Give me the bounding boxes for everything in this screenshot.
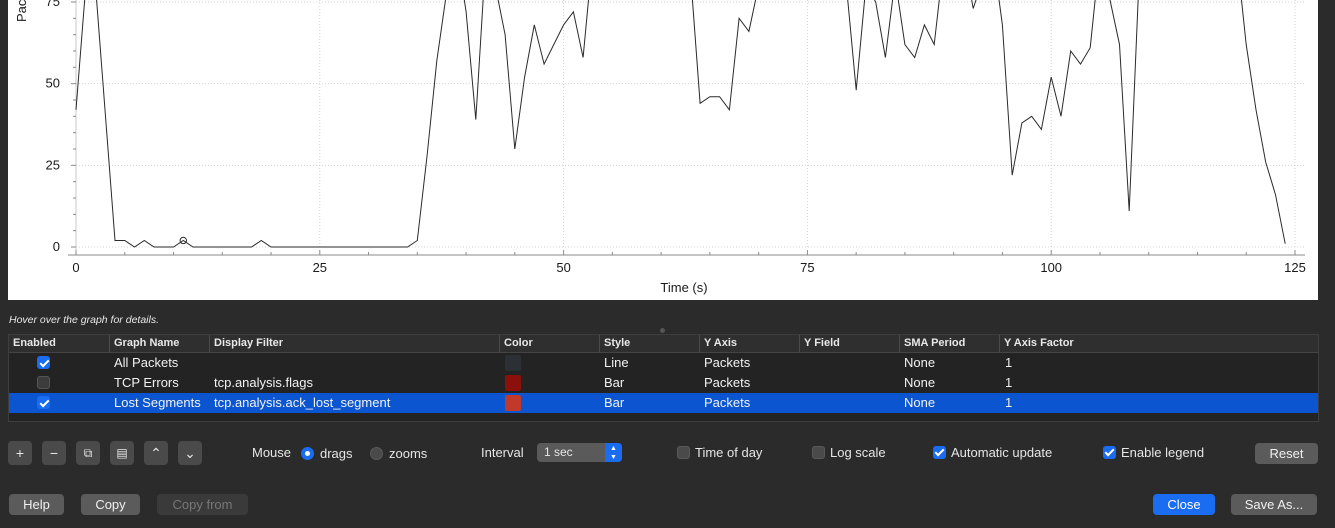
- duplicate-icon: ⧉: [83, 446, 93, 460]
- move-up-button[interactable]: ⌃: [144, 441, 168, 465]
- remove-graph-button[interactable]: −: [42, 441, 66, 465]
- add-graph-button[interactable]: +: [8, 441, 32, 465]
- x-tick-label: 0: [72, 260, 79, 275]
- time-of-day-label[interactable]: Time of day: [695, 445, 762, 461]
- sma-period-cell[interactable]: None: [904, 393, 935, 413]
- table-row[interactable]: All Packets Line Packets None 1: [9, 353, 1318, 373]
- mouse-label: Mouse: [252, 445, 292, 460]
- y-axis-cell[interactable]: Packets: [704, 353, 750, 373]
- graph-table[interactable]: Enabled Graph Name Display Filter Color …: [8, 334, 1319, 422]
- interval-select[interactable]: 1 sec ▲ ▼: [537, 443, 622, 462]
- y-axis-factor-cell[interactable]: 1: [1005, 373, 1012, 393]
- display-filter-cell[interactable]: tcp.analysis.ack_lost_segment: [214, 393, 390, 413]
- log-scale-checkbox[interactable]: [812, 446, 825, 459]
- splitter-handle[interactable]: [660, 328, 665, 333]
- col-sma-period[interactable]: SMA Period: [899, 335, 999, 352]
- sma-period-cell[interactable]: None: [904, 353, 935, 373]
- minus-icon: −: [49, 445, 59, 461]
- col-y-field[interactable]: Y Field: [799, 335, 899, 352]
- updown-chevron-icon: ▲ ▼: [605, 443, 622, 462]
- save-as-button[interactable]: Save As...: [1231, 494, 1317, 515]
- col-color[interactable]: Color: [499, 335, 599, 352]
- copy-from-button[interactable]: Copy from: [157, 494, 248, 515]
- color-swatch[interactable]: [505, 355, 521, 371]
- graph-name-cell[interactable]: Lost Segments: [114, 393, 201, 413]
- table-row[interactable]: TCP Errors tcp.analysis.flags Bar Packet…: [9, 373, 1318, 393]
- zooms-label[interactable]: zooms: [389, 446, 427, 462]
- x-axis-label: Time (s): [660, 280, 707, 295]
- color-swatch[interactable]: [505, 395, 521, 411]
- style-cell[interactable]: Bar: [604, 393, 624, 413]
- y-axis-factor-cell[interactable]: 1: [1005, 353, 1012, 373]
- reset-button[interactable]: Reset: [1255, 443, 1318, 464]
- copy-button[interactable]: Copy: [81, 494, 140, 515]
- x-tick-label: 25: [313, 260, 327, 275]
- interval-value: 1 sec: [544, 445, 573, 459]
- copy-graph-button[interactable]: ⧉: [76, 441, 100, 465]
- y-axis-cell[interactable]: Packets: [704, 393, 750, 413]
- hover-hint: Hover over the graph for details.: [9, 314, 159, 326]
- graph-name-cell[interactable]: All Packets: [114, 353, 178, 373]
- chevron-down-icon: ⌄: [184, 445, 196, 461]
- drags-label[interactable]: drags: [320, 446, 353, 462]
- io-graph-plot[interactable]: 0 25 50 75 100 125 0 25 50 75 Time (s) Pac: [8, 0, 1318, 300]
- col-y-axis[interactable]: Y Axis: [699, 335, 799, 352]
- close-button[interactable]: Close: [1153, 494, 1215, 515]
- time-of-day-checkbox[interactable]: [677, 446, 690, 459]
- enable-legend-label[interactable]: Enable legend: [1121, 445, 1204, 461]
- col-y-axis-factor[interactable]: Y Axis Factor: [999, 335, 1319, 352]
- color-swatch[interactable]: [505, 375, 521, 391]
- x-tick-label: 50: [556, 260, 570, 275]
- interval-label: Interval: [481, 445, 524, 460]
- x-tick-label: 100: [1040, 260, 1062, 275]
- zooms-radio[interactable]: [370, 447, 383, 460]
- col-enabled[interactable]: Enabled: [9, 335, 109, 352]
- y-tick-label: 0: [53, 239, 60, 254]
- enable-legend-checkbox[interactable]: [1103, 446, 1116, 459]
- col-display-filter[interactable]: Display Filter: [209, 335, 499, 352]
- table-header: Enabled Graph Name Display Filter Color …: [9, 335, 1318, 353]
- y-tick-label: 50: [46, 76, 60, 91]
- y-axis-factor-cell[interactable]: 1: [1005, 393, 1012, 413]
- y-axis-cell[interactable]: Packets: [704, 373, 750, 393]
- drags-radio[interactable]: [301, 447, 314, 460]
- y-axis-label: Pac: [14, 0, 29, 22]
- style-cell[interactable]: Line: [604, 353, 629, 373]
- y-tick-label: 25: [46, 157, 60, 172]
- help-button[interactable]: Help: [9, 494, 64, 515]
- log-scale-label[interactable]: Log scale: [830, 445, 886, 461]
- display-filter-cell[interactable]: tcp.analysis.flags: [214, 373, 313, 393]
- col-style[interactable]: Style: [599, 335, 699, 352]
- graph-name-cell[interactable]: TCP Errors: [114, 373, 179, 393]
- automatic-update-checkbox[interactable]: [933, 446, 946, 459]
- move-down-button[interactable]: ⌄: [178, 441, 202, 465]
- automatic-update-label[interactable]: Automatic update: [951, 445, 1052, 461]
- sma-period-cell[interactable]: None: [904, 373, 935, 393]
- clear-graphs-button[interactable]: ▤: [110, 441, 134, 465]
- series-line: [75, 0, 1286, 248]
- y-tick-label: 75: [46, 0, 60, 9]
- style-cell[interactable]: Bar: [604, 373, 624, 393]
- enabled-checkbox[interactable]: [37, 376, 50, 389]
- enabled-checkbox[interactable]: [37, 396, 50, 409]
- clear-list-icon: ▤: [116, 446, 128, 460]
- enabled-checkbox[interactable]: [37, 356, 50, 369]
- x-tick-label: 75: [800, 260, 814, 275]
- col-graph-name[interactable]: Graph Name: [109, 335, 209, 352]
- table-row-selected[interactable]: Lost Segments tcp.analysis.ack_lost_segm…: [9, 393, 1318, 413]
- plus-icon: +: [15, 445, 25, 461]
- x-tick-label: 125: [1284, 260, 1306, 275]
- chevron-up-icon: ⌃: [150, 445, 162, 461]
- io-graph-chart[interactable]: 0 25 50 75 100 125 0 25 50 75 Time (s) Pac: [8, 0, 1318, 300]
